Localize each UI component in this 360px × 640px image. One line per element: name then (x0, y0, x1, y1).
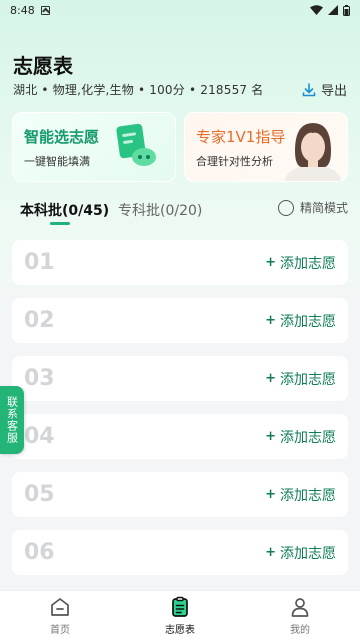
plus-icon: + (265, 429, 276, 444)
expert-guidance-card[interactable]: 专家1V1指导 合理针对性分析 (184, 112, 348, 182)
nav-item-volunteer-table[interactable]: 志愿表 (120, 591, 240, 640)
nav-label-home: 首页 (50, 624, 70, 636)
plus-icon: + (265, 313, 276, 328)
list-item: 02 + 添加志愿 (12, 298, 348, 343)
simple-mode-label: 精简模式 (299, 201, 348, 215)
home-icon (51, 597, 69, 616)
tab-junior-college[interactable]: 专科批(0/20) (118, 200, 202, 220)
add-volunteer-button[interactable]: + 添加志愿 (265, 427, 336, 447)
nav-label-mine: 我的 (290, 624, 310, 636)
export-button[interactable]: 导出 (301, 80, 347, 99)
page-title: 志愿表 (13, 54, 73, 78)
row-index: 05 (24, 482, 55, 507)
plus-icon: + (265, 487, 276, 502)
cellular-signal-icon (328, 5, 338, 15)
row-index: 01 (24, 250, 55, 275)
tab-bachelor[interactable]: 本科批(0/45) (20, 200, 109, 220)
active-tab-indicator (50, 222, 70, 225)
export-label: 导出 (320, 84, 347, 99)
add-volunteer-label: 添加志愿 (280, 371, 336, 388)
add-volunteer-label: 添加志愿 (280, 255, 336, 272)
nav-item-mine[interactable]: 我的 (240, 591, 360, 640)
smart-fill-robot-icon (116, 123, 156, 166)
profile-summary-row: 湖北 • 物理,化学,生物 • 100分 • 218557 名 导出 (13, 80, 347, 99)
add-volunteer-label: 添加志愿 (280, 487, 336, 504)
plus-icon: + (265, 255, 276, 270)
smart-select-card[interactable]: 智能选志愿 一键智能填满 (12, 112, 176, 182)
add-volunteer-button[interactable]: + 添加志愿 (265, 543, 336, 563)
add-volunteer-label: 添加志愿 (280, 545, 336, 562)
download-icon (302, 82, 316, 96)
nav-item-home[interactable]: 首页 (0, 591, 120, 640)
plus-icon: + (265, 545, 276, 560)
clipboard-icon (172, 596, 188, 617)
expert-avatar (285, 123, 341, 181)
contact-service-button[interactable]: 联系客服 (0, 386, 24, 454)
plus-icon: + (265, 371, 276, 386)
add-volunteer-label: 添加志愿 (280, 429, 336, 446)
user-icon (291, 597, 309, 617)
add-volunteer-button[interactable]: + 添加志愿 (265, 369, 336, 389)
list-item: 01 + 添加志愿 (12, 240, 348, 285)
page-header: 志愿表 (13, 50, 347, 79)
list-item: 04 + 添加志愿 (12, 414, 348, 459)
simple-mode-toggle[interactable]: 精简模式 (277, 199, 348, 216)
add-volunteer-button[interactable]: + 添加志愿 (265, 311, 336, 331)
row-index: 06 (24, 540, 55, 565)
add-volunteer-label: 添加志愿 (280, 313, 336, 330)
list-item: 05 + 添加志愿 (12, 472, 348, 517)
list-item: 03 + 添加志愿 (12, 356, 348, 401)
status-time: 8:48 (10, 3, 35, 17)
bottom-nav: 首页 志愿表 我的 (0, 590, 360, 640)
batch-tabs: 本科批(0/45) 专科批(0/20) 精简模式 (0, 196, 360, 226)
row-index: 02 (24, 308, 55, 333)
status-bar: 8:48 (0, 0, 360, 20)
battery-icon (343, 4, 350, 16)
nav-label-volunteer-table: 志愿表 (165, 624, 195, 636)
add-volunteer-button[interactable]: + 添加志愿 (265, 485, 336, 505)
profile-summary: 湖北 • 物理,化学,生物 • 100分 • 218557 名 (13, 83, 264, 97)
row-index: 04 (24, 424, 55, 449)
list-item: 06 + 添加志愿 (12, 530, 348, 575)
row-index: 03 (24, 366, 55, 391)
notification-app-icon (40, 5, 50, 15)
feature-cards: 智能选志愿 一键智能填满 专家1V1指导 合理针对性分析 (12, 112, 348, 182)
wifi-icon (310, 5, 323, 15)
simple-mode-radio[interactable] (277, 199, 294, 216)
add-volunteer-button[interactable]: + 添加志愿 (265, 253, 336, 273)
